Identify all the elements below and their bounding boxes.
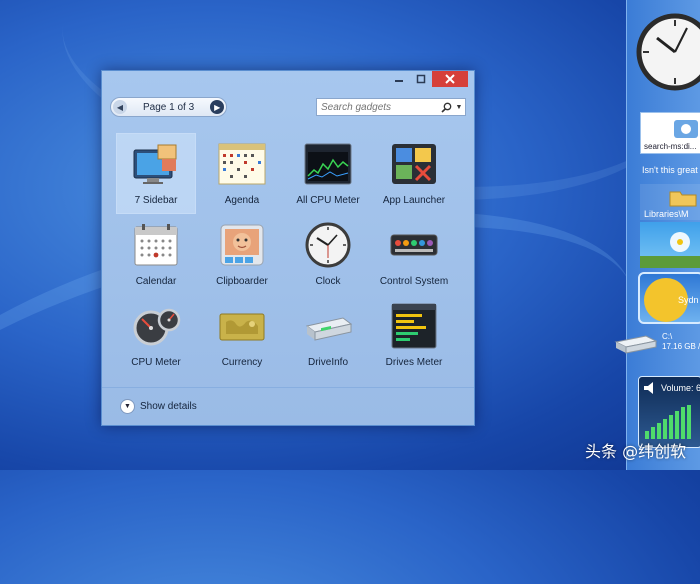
chevron-left-icon: ◀ <box>116 102 124 112</box>
volume-bars-icon <box>645 405 691 439</box>
agenda-calendar-icon <box>217 140 267 188</box>
minimize-button[interactable] <box>388 71 410 87</box>
gadget-tile[interactable]: Drives Meter <box>374 295 454 376</box>
gadget-label: 7 Sidebar <box>134 195 178 206</box>
flower-photo-icon <box>640 232 700 268</box>
gadget-tile[interactable]: Clock <box>288 214 368 295</box>
gadget-label: Agenda <box>224 195 260 206</box>
search-dropdown-button[interactable]: ▼ <box>453 104 465 111</box>
gadget-tile[interactable]: Agenda <box>202 133 282 214</box>
libraries-gadget[interactable]: Libraries\M <box>640 184 700 220</box>
gadget-tile[interactable]: DriveInfo <box>288 295 368 376</box>
minimize-icon <box>395 80 403 82</box>
clock-icon <box>636 13 700 91</box>
gadget-tile[interactable]: All CPU Meter <box>288 133 368 214</box>
drive-letter: C:\ <box>662 332 673 341</box>
notes-text: Isn't this great <box>642 165 698 175</box>
page-indicator: Page 1 of 3 <box>143 101 195 113</box>
search-input[interactable] <box>317 101 439 113</box>
show-details-button[interactable]: ▼ <box>120 399 135 414</box>
caption-buttons <box>388 71 468 87</box>
slideshow-gadget[interactable] <box>640 222 700 268</box>
currency-map-icon <box>217 302 267 350</box>
clock-icon <box>303 221 353 269</box>
sidebar-monitor-icon <box>131 140 181 188</box>
gadget-tile[interactable]: 7 Sidebar <box>116 133 196 214</box>
chevron-down-icon: ▼ <box>455 103 463 111</box>
page-navigator: ◀ Page 1 of 3 ▶ <box>110 97 228 117</box>
gadget-label: Clipboarder <box>216 276 268 287</box>
gadget-tile[interactable]: CPU Meter <box>116 295 196 376</box>
folder-icon <box>669 191 697 207</box>
gadget-label: DriveInfo <box>307 357 348 368</box>
maximize-icon <box>416 74 426 84</box>
chevron-down-icon: ▼ <box>124 403 131 410</box>
close-icon <box>445 74 455 84</box>
drives-meter-icon <box>389 302 439 350</box>
gadget-label: App Launcher <box>382 195 446 206</box>
volume-label: Volume: 6 <box>661 383 700 393</box>
calendar-icon <box>131 221 181 269</box>
details-bar: ▼ Show details <box>102 387 474 425</box>
weather-gadget[interactable]: Sydn <box>638 272 700 324</box>
show-details-label[interactable]: Show details <box>140 401 197 412</box>
libraries-label: Libraries\M <box>644 209 689 219</box>
gadget-label: Clock <box>315 276 341 287</box>
search-box: ▼ <box>316 98 466 116</box>
maximize-button[interactable] <box>410 71 432 87</box>
gadget-label: Currency <box>221 357 263 368</box>
gadget-label: Calendar <box>135 276 177 287</box>
gadget-label: Control System <box>379 276 449 287</box>
gallery-toolbar: ◀ Page 1 of 3 ▶ ▼ <box>110 97 466 117</box>
search-gadget[interactable]: search-ms:di... <box>640 112 700 154</box>
search-icon <box>674 120 698 138</box>
watermark-text: 头条 @纬创软 <box>585 442 687 461</box>
control-panel-icon <box>389 221 439 269</box>
cpu-graph-icon <box>303 140 353 188</box>
gadget-tile[interactable]: Control System <box>374 214 454 295</box>
gadget-label: CPU Meter <box>131 357 181 368</box>
search-query-text: search-ms:di... <box>644 142 697 151</box>
close-button[interactable] <box>432 71 468 87</box>
previous-page-button[interactable]: ◀ <box>113 100 127 114</box>
gadget-label: Drives Meter <box>385 357 443 368</box>
hard-drive-icon <box>303 302 353 350</box>
chevron-right-icon: ▶ <box>214 102 221 112</box>
gadget-tile[interactable]: App Launcher <box>374 133 454 214</box>
gadget-label: All CPU Meter <box>296 195 360 206</box>
clock-gadget[interactable] <box>635 4 700 91</box>
clipboard-photo-icon <box>217 221 267 269</box>
speaker-icon <box>644 382 653 394</box>
app-launcher-icon <box>389 140 439 188</box>
gadget-tile[interactable]: Currency <box>202 295 282 376</box>
gadget-gallery-window: ◀ Page 1 of 3 ▶ ▼ 7 Sidebar Agenda <box>101 70 475 426</box>
gadget-tile[interactable]: Clipboarder <box>202 214 282 295</box>
weather-city: Sydn <box>678 295 699 305</box>
search-icon[interactable] <box>439 100 453 114</box>
gadget-grid: 7 Sidebar Agenda All CPU Meter App Launc… <box>116 133 460 376</box>
gauge-meter-icon <box>131 302 181 350</box>
drive-space: 17.16 GB / <box>662 342 700 351</box>
next-page-button[interactable]: ▶ <box>210 100 225 114</box>
gadget-tile[interactable]: Calendar <box>116 214 196 295</box>
hard-drive-icon <box>614 335 658 354</box>
